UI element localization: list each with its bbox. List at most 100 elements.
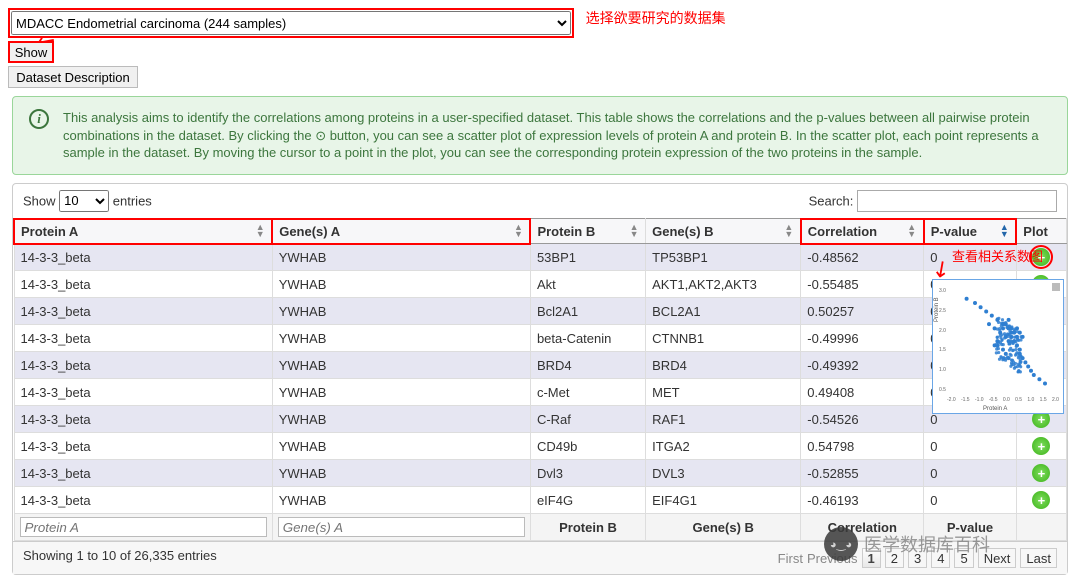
sort-icon: ▲▼: [784, 224, 794, 238]
cell-pa: 14-3-3_beta: [14, 406, 272, 433]
cell-ga: YWHAB: [272, 406, 530, 433]
cell-corr: -0.55485: [801, 271, 924, 298]
cell-gb: TP53BP1: [646, 244, 801, 271]
filter-protein-a[interactable]: [20, 517, 267, 537]
table-panel: Show 10 entries Search: Protein A▲▼ Gene…: [12, 183, 1068, 576]
cell-pb: eIF4G: [530, 487, 645, 514]
sort-icon: ▲▼: [629, 224, 639, 238]
plot-annotation: 查看相关系数图: [932, 246, 1066, 265]
table-row: 14-3-3_betaYWHABbeta-CateninCTNNB1-0.499…: [14, 325, 1067, 352]
cell-pb: C-Raf: [530, 406, 645, 433]
cell-gb: BRD4: [646, 352, 801, 379]
cell-ga: YWHAB: [272, 379, 530, 406]
sort-icon: ▲▼: [999, 224, 1009, 238]
table-row: 14-3-3_betaYWHABBcl2A1BCL2A10.502570+: [14, 298, 1067, 325]
cell-corr: 0.50257: [801, 298, 924, 325]
cell-pa: 14-3-3_beta: [14, 460, 272, 487]
col-correlation[interactable]: Correlation▲▼: [801, 219, 924, 244]
cell-gb: CTNNB1: [646, 325, 801, 352]
cell-corr: 0.49408: [801, 379, 924, 406]
pager-last[interactable]: Last: [1020, 548, 1057, 568]
cell-gb: EIF4G1: [646, 487, 801, 514]
col-protein-b[interactable]: Protein B▲▼: [530, 219, 645, 244]
scatter-thumbnail[interactable]: Protein B Protein A 3.02.52.01.51.00.5 -…: [932, 279, 1064, 414]
logo-icon: ◕‿◕: [824, 527, 858, 561]
plot-button[interactable]: +: [1032, 437, 1050, 455]
info-text: This analysis aims to identify the corre…: [63, 109, 1051, 162]
cell-gb: BCL2A1: [646, 298, 801, 325]
cell-ga: YWHAB: [272, 460, 530, 487]
sort-icon: ▲▼: [513, 224, 523, 238]
cell-ga: YWHAB: [272, 325, 530, 352]
cell-corr: -0.54526: [801, 406, 924, 433]
cell-gb: AKT1,AKT2,AKT3: [646, 271, 801, 298]
cell-pb: Bcl2A1: [530, 298, 645, 325]
cell-pval: 0: [924, 487, 1017, 514]
cell-ga: YWHAB: [272, 271, 530, 298]
watermark: ◕‿◕ 医学数据库百科: [824, 527, 990, 561]
cell-corr: -0.48562: [801, 244, 924, 271]
cell-gb: MET: [646, 379, 801, 406]
cell-pa: 14-3-3_beta: [14, 271, 272, 298]
dataset-description-button[interactable]: Dataset Description: [8, 66, 138, 88]
entries-select[interactable]: 10: [59, 190, 109, 212]
plot-button[interactable]: +: [1032, 491, 1050, 509]
table-row: 14-3-3_betaYWHABBRD4BRD4-0.493920+: [14, 352, 1067, 379]
col-plot: Plot: [1016, 219, 1066, 244]
table-row: 14-3-3_betaYWHABC-RafRAF1-0.545260+: [14, 406, 1067, 433]
cell-pa: 14-3-3_beta: [14, 352, 272, 379]
col-genes-a[interactable]: Gene(s) A▲▼: [272, 219, 530, 244]
thumb-xlabel: Protein A: [983, 406, 1007, 412]
sort-icon: ▲▼: [907, 224, 917, 238]
sort-icon: ▲▼: [255, 224, 265, 238]
cell-ga: YWHAB: [272, 298, 530, 325]
filter-genes-a[interactable]: [278, 517, 525, 537]
cell-ga: YWHAB: [272, 244, 530, 271]
table-row: 14-3-3_betaYWHABCD49bITGA20.547980+: [14, 433, 1067, 460]
cell-pa: 14-3-3_beta: [14, 379, 272, 406]
cell-corr: -0.46193: [801, 487, 924, 514]
search-control: Search:: [809, 190, 1057, 212]
info-icon: i: [29, 109, 49, 129]
cell-pval: 0: [924, 433, 1017, 460]
col-genes-b[interactable]: Gene(s) B▲▼: [646, 219, 801, 244]
table-row: 14-3-3_betaYWHABAktAKT1,AKT2,AKT3-0.5548…: [14, 271, 1067, 298]
thumb-yticks: 3.02.52.01.51.00.5: [939, 288, 946, 393]
cell-pval: 0: [924, 460, 1017, 487]
pager-first[interactable]: First: [778, 551, 803, 566]
cell-gb: DVL3: [646, 460, 801, 487]
cell-ga: YWHAB: [272, 487, 530, 514]
cell-corr: -0.49392: [801, 352, 924, 379]
cell-gb: RAF1: [646, 406, 801, 433]
scatter-plot: [947, 286, 1059, 392]
watermark-text: 医学数据库百科: [864, 531, 990, 557]
info-panel: i This analysis aims to identify the cor…: [12, 96, 1068, 175]
correlation-table: Protein A▲▼ Gene(s) A▲▼ Protein B▲▼ Gene…: [13, 218, 1067, 542]
cell-pb: beta-Catenin: [530, 325, 645, 352]
entries-control: Show 10 entries: [23, 190, 152, 212]
cell-ga: YWHAB: [272, 433, 530, 460]
dataset-select[interactable]: MDACC Endometrial carcinoma (244 samples…: [11, 11, 571, 35]
cell-pb: Akt: [530, 271, 645, 298]
cell-pa: 14-3-3_beta: [14, 325, 272, 352]
annotation-select: 选择欲要研究的数据集: [586, 10, 726, 26]
cell-corr: -0.52855: [801, 460, 924, 487]
col-pvalue[interactable]: P-value▲▼: [924, 219, 1017, 244]
search-input[interactable]: [857, 190, 1057, 212]
table-toolbar: Show 10 entries Search:: [13, 184, 1067, 218]
cell-pa: 14-3-3_beta: [14, 487, 272, 514]
cell-pa: 14-3-3_beta: [14, 298, 272, 325]
cell-pa: 14-3-3_beta: [14, 244, 272, 271]
col-protein-a[interactable]: Protein A▲▼: [14, 219, 272, 244]
plot-callout: ↙ 查看相关系数图 Protein B Protein A 3.02.52.01…: [932, 246, 1066, 414]
plot-button[interactable]: +: [1032, 464, 1050, 482]
dataset-select-wrap: MDACC Endometrial carcinoma (244 samples…: [8, 8, 574, 38]
table-row: 14-3-3_betaYWHABeIF4GEIF4G1-0.461930 +: [14, 487, 1067, 514]
table-row: 14-3-3_betaYWHAB53BP1TP53BP1-0.485620+: [14, 244, 1067, 271]
cell-pb: BRD4: [530, 352, 645, 379]
cell-pb: 53BP1: [530, 244, 645, 271]
cell-pb: CD49b: [530, 433, 645, 460]
table-row: 14-3-3_betaYWHABc-MetMET0.494080+: [14, 379, 1067, 406]
cell-corr: -0.49996: [801, 325, 924, 352]
show-button[interactable]: Show: [8, 41, 54, 63]
